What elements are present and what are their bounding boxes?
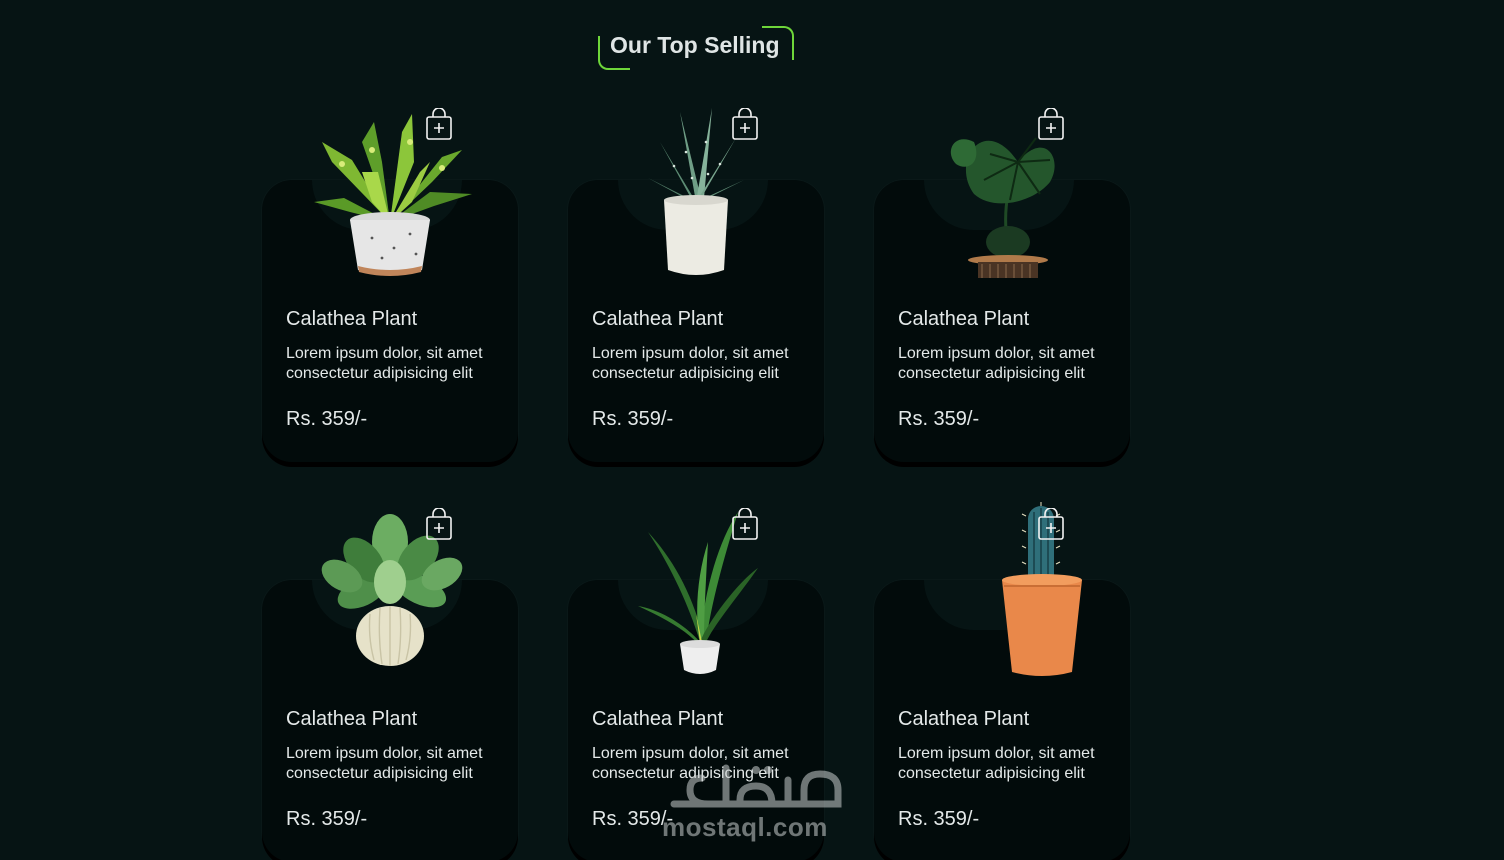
product-name: Calathea Plant (592, 708, 724, 730)
product-name: Calathea Plant (286, 708, 418, 730)
product-price: Rs. 359/- (592, 808, 674, 830)
product-price: Rs. 359/- (286, 408, 368, 430)
add-to-cart-bag-icon[interactable] (1038, 508, 1064, 540)
product-price: Rs. 359/- (898, 808, 980, 830)
product-price: Rs. 359/- (592, 408, 674, 430)
product-description: Lorem ipsum dolor, sit amet consectetur … (898, 745, 1095, 782)
product-name: Calathea Plant (286, 308, 418, 330)
add-to-cart-bag-icon[interactable] (426, 508, 452, 540)
product-description: Lorem ipsum dolor, sit amet consectetur … (592, 345, 789, 382)
add-to-cart-bag-icon[interactable] (426, 108, 452, 140)
page: Our Top Selling Calathea Plant Lorem ips… (0, 0, 1504, 860)
product-name: Calathea Plant (592, 308, 724, 330)
add-to-cart-bag-icon[interactable] (1038, 108, 1064, 140)
product-card[interactable]: Calathea Plant Lorem ipsum dolor, sit am… (874, 502, 1130, 860)
section-title: Our Top Selling (610, 32, 780, 58)
product-card[interactable]: Calathea Plant Lorem ipsum dolor, sit am… (874, 108, 1130, 462)
product-description: Lorem ipsum dolor, sit amet consectetur … (592, 745, 789, 782)
product-description: Lorem ipsum dolor, sit amet consectetur … (898, 345, 1095, 382)
product-price: Rs. 359/- (286, 808, 368, 830)
product-card[interactable]: Calathea Plant Lorem ipsum dolor, sit am… (568, 508, 824, 860)
section-heading: Our Top Selling (598, 26, 794, 70)
add-to-cart-bag-icon[interactable] (732, 108, 758, 140)
product-card[interactable]: Calathea Plant Lorem ipsum dolor, sit am… (262, 508, 518, 860)
product-price: Rs. 359/- (898, 408, 980, 430)
product-card[interactable]: Calathea Plant Lorem ipsum dolor, sit am… (568, 108, 824, 462)
product-name: Calathea Plant (898, 308, 1030, 330)
product-card[interactable]: Calathea Plant Lorem ipsum dolor, sit am… (262, 108, 518, 462)
product-description: Lorem ipsum dolor, sit amet consectetur … (286, 345, 483, 382)
product-name: Calathea Plant (898, 708, 1030, 730)
add-to-cart-bag-icon[interactable] (732, 508, 758, 540)
product-description: Lorem ipsum dolor, sit amet consectetur … (286, 745, 483, 782)
